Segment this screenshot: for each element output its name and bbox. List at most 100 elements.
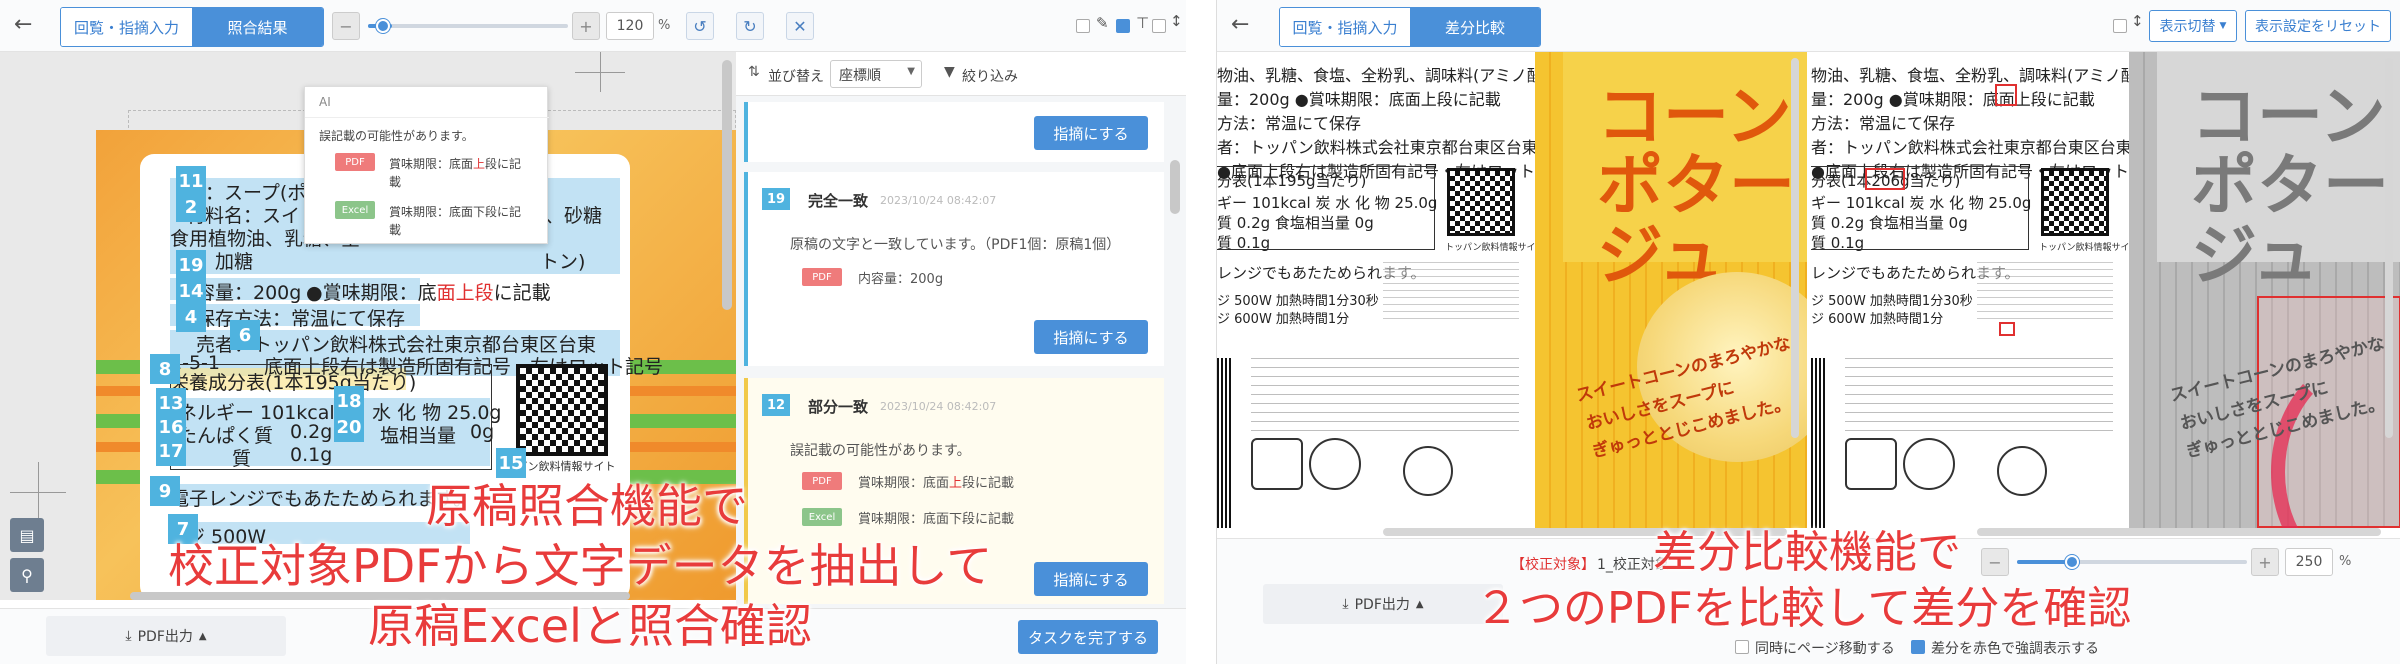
doc-line: ジ 600W 加熱時間1分 [1217,312,1350,327]
zoom-slider-handle[interactable] [376,19,390,33]
target-label: 【校正対象】 [1511,557,1595,573]
back-arrow-icon[interactable]: ← [1231,14,1249,36]
compare-canvas-b[interactable]: 物油、乳糖、食塩、全粉乳、調味料(アミノ酸等)、 量：200g ●賞味期限：底面… [1811,52,2400,528]
pen-off-icon[interactable]: ✕ [786,12,814,40]
display-switch-button[interactable]: 表示切替 ▼ [2149,10,2237,42]
compare-b-hscroll[interactable] [1977,528,2381,536]
mode-tabs: 回覧・指摘入力 照合結果 [60,7,324,47]
toggle-checkbox-2[interactable] [1116,19,1130,33]
forest-fund-icon [1309,438,1361,490]
eco-mark-icon [1997,446,2047,496]
redo-icon[interactable]: ↻ [736,12,764,40]
product-title: コーンポタージュ [2191,78,2389,294]
point-button[interactable]: 指摘にする [1034,320,1148,354]
match-badge[interactable]: 6 [230,320,260,350]
tab-result[interactable]: 照合結果 [192,8,323,46]
match-badge[interactable]: 20 [334,412,364,442]
download-icon: ⤓ [1342,596,1349,612]
match-badge[interactable]: 2 [176,192,206,222]
zoom-slider[interactable] [2017,560,2247,564]
zoom-slider-handle[interactable] [2065,555,2079,569]
zoom-input[interactable]: 250 [2285,548,2333,576]
doc-line: 方法：常温にて保存 [1217,114,1362,133]
pen-icon[interactable]: ✎ [1096,14,1109,32]
point-button[interactable]: 指摘にする [1034,116,1148,150]
product-title: コーンポタージュ [1597,78,1795,294]
zoom-out-button[interactable]: − [332,12,360,40]
pdf-output-button[interactable]: ⤓ PDF出力 ▲ [46,616,286,656]
toggle-checkbox[interactable] [2113,19,2127,33]
toggle-checkbox-1[interactable] [1076,19,1090,33]
compare-a-vscroll[interactable] [1791,58,1799,438]
undo-icon[interactable]: ↺ [686,12,714,40]
caret-up-icon: ▲ [198,630,207,642]
sort-select-value: 座標順 [839,68,881,84]
reset-display-button[interactable]: 表示設定をリセット [2245,10,2391,42]
pin-icon[interactable]: ⊤ [1136,14,1149,32]
ai-popup-pdf-part: 賞味期限：底面 [389,157,474,171]
highlight-diff-checkbox[interactable] [1911,640,1925,654]
pdf-output-label: PDF出力 [1354,597,1410,613]
doc-line: 容量：200g [196,282,302,304]
vertical-scrollbar[interactable] [722,60,732,310]
result-card-message: 原稿の文字と一致しています。（PDF1個：原稿1個） [790,237,1121,253]
point-button[interactable]: 指摘にする [1034,562,1148,596]
ai-popup-pdf-text-2: 載 [389,175,402,189]
highlight-diff-label: 差分を赤色で強調表示する [1931,641,2099,657]
complete-task-button[interactable]: タスクを完了する [1018,620,1158,654]
feature-caption-line-1: 原稿照合機能で [426,479,748,533]
zoom-in-button[interactable]: + [2251,548,2279,576]
list-scrollbar[interactable] [1170,160,1180,214]
doc-line: 量：200g ●賞味期限：底面上段に記載 [1811,90,2095,109]
layers-icon[interactable]: ▤ [10,518,44,552]
zoom-in-button[interactable]: + [572,12,600,40]
ai-popup-excel-text-2: 載 [389,223,402,237]
match-badge[interactable]: 4 [176,302,206,332]
ai-popup-pdf-error: 上 [473,157,486,171]
doc-line: ●賞味期限：底面上段に記載 [306,278,551,305]
notes-block [1383,256,1519,322]
compare-b-vscroll[interactable] [2385,58,2393,438]
ai-popup-pdf-part: 段に記 [485,157,522,171]
sync-page-label: 同時にページ移動する [1755,641,1895,657]
doc-line: 質 [232,448,252,470]
resize-icon[interactable]: ↕ [2131,12,2144,30]
notes-block [1251,350,1519,432]
download-icon: ⤓ [125,628,132,644]
tab-input[interactable]: 回覧・指摘入力 [61,8,192,46]
crosshair-mark-h [575,72,625,73]
zoom-slider[interactable] [368,24,568,28]
pdf-tag: PDF [802,472,842,490]
feature-caption-line-1: 差分比較機能で [1653,527,1961,578]
back-arrow-icon[interactable]: ← [14,14,32,36]
zoom-unit: % [2339,554,2352,569]
sort-select[interactable]: 座標順 ▼ [830,60,922,88]
resize-icon[interactable]: ↕ [1170,12,1183,30]
sort-label: 並び替え [768,69,824,85]
eco-mark-icon [1403,446,1453,496]
search-icon[interactable]: ⚲ [10,558,44,592]
match-badge[interactable]: 9 [150,476,180,506]
result-card-message: 誤記載の可能性があります。 [790,443,971,459]
doc-line: 者：トッパン飲料株式会社東京都台東区台東 [1217,138,1538,157]
doc-line: 0.1g [290,444,333,466]
compare-canvas-a[interactable]: 物油、乳糖、食塩、全粉乳、調味料(アミノ酸等)、 量：200g ●賞味期限：底面… [1217,52,1807,528]
doc-line: 塩相当量 [380,425,457,447]
sync-page-checkbox[interactable] [1735,640,1749,654]
filter-label[interactable]: 絞り込み [962,66,1018,86]
pdf-output-button[interactable]: ⤓ PDF出力 ▲ [1263,584,1503,624]
match-badge[interactable]: 8 [150,354,180,384]
zoom-input[interactable]: 120 [606,12,654,40]
match-badge[interactable]: 17 [156,436,186,466]
diff-marker [1865,168,1905,190]
tab-input[interactable]: 回覧・指摘入力 [1280,8,1410,46]
filter-icon[interactable]: ▼ [944,64,955,80]
feature-caption-line-3: 原稿Excelと照合確認 [368,599,812,653]
tab-diff[interactable]: 差分比較 [1410,8,1540,46]
qr-caption: トッパン飲料情報サイト [2039,243,2139,253]
doc-line: 質 0.1g [1217,234,1271,252]
doc-line: 量：200g ●賞味期限：底面上段に記載 [1217,90,1501,109]
toggle-checkbox-3[interactable] [1152,19,1166,33]
diff-marker [1999,322,2015,336]
result-card-number: 19 [762,188,790,210]
